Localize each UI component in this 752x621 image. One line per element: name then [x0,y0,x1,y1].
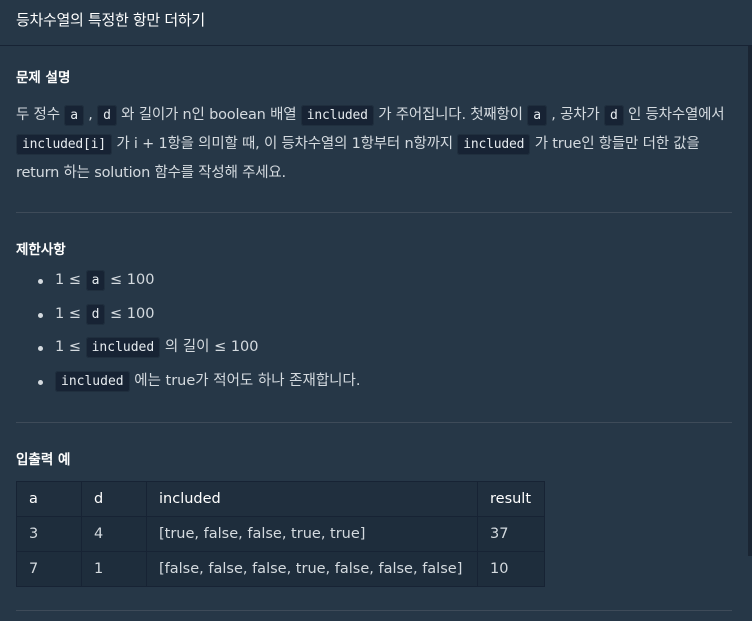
limits-title: 제한사항 [16,242,66,258]
table-cell: 1 [81,551,147,587]
limit-post: 의 길이 ≤ 100 [160,339,259,355]
divider [16,610,732,611]
limit-item: 1 ≤ d ≤ 100 [16,298,360,332]
limit-item: included 에는 true가 적어도 하나 존재합니다. [16,365,360,399]
scrollbar[interactable] [748,46,752,556]
code-included: included [457,134,531,155]
table-cell: 3 [16,516,82,552]
description-text-7: 가 i + 1항을 의미할 때, 이 등차수열의 1항부터 n항까지 [111,136,458,152]
table-row: 7 1 [false, false, false, true, false, f… [16,551,545,587]
examples-title: 입출력 예 [16,452,71,468]
table-cell: 7 [16,551,82,587]
examples-table: a d included result 3 4 [true, false, fa… [16,481,545,587]
divider [16,422,732,423]
column-header: a [16,481,82,517]
table-cell: 37 [477,516,545,552]
table-row: 3 4 [true, false, false, true, true] 37 [16,516,545,552]
limit-code: included [55,370,130,392]
description-text-4: 가 주어집니다. 첫째항이 [373,107,528,123]
page-header: 등차수열의 특정한 항만 더하기 [0,0,752,46]
code-a: a [527,105,547,126]
code-included-i: included[i] [16,134,112,155]
table-cell: 4 [81,516,147,552]
limit-pre: 1 ≤ [55,305,86,322]
description-text-1: 두 정수 [16,107,65,123]
table-cell: [false, false, false, true, false, false… [146,551,478,587]
limit-post: 에는 true가 적어도 하나 존재합니다. [129,372,361,389]
limit-code: a [85,270,106,291]
limit-code: d [85,303,106,325]
column-header: result [477,481,545,517]
column-header: d [81,481,147,517]
description-title: 문제 설명 [16,70,71,86]
description-text: 두 정수 a , d 와 길이가 n인 boolean 배열 included … [16,101,732,188]
limits-list: 1 ≤ a ≤ 100 1 ≤ d ≤ 100 1 ≤ included 의 길… [16,264,360,398]
limit-item: 1 ≤ included 의 길이 ≤ 100 [16,331,360,365]
code-a: a [64,105,84,126]
table-header-row: a d included result [16,481,545,517]
limit-post: ≤ 100 [105,272,155,288]
description-text-5: , 공차가 [546,107,604,123]
limit-post: ≤ 100 [105,305,155,322]
problem-title: 등차수열의 특정한 항만 더하기 [16,11,205,29]
code-included: included [300,105,374,126]
description-text-6: 인 등차수열에서 [623,107,725,123]
table-cell: [true, false, false, true, true] [146,516,478,552]
description-text-2: , [83,107,98,123]
limit-code: included [85,337,161,358]
limit-item: 1 ≤ a ≤ 100 [16,264,360,298]
table-cell: 10 [477,551,545,587]
divider [16,212,732,213]
limit-pre: 1 ≤ [55,339,86,355]
limit-pre: 1 ≤ [55,272,86,288]
code-d: d [97,105,117,126]
description-text-3: 와 길이가 n인 boolean 배열 [116,107,301,123]
column-header: included [146,481,478,517]
code-d: d [603,105,624,126]
